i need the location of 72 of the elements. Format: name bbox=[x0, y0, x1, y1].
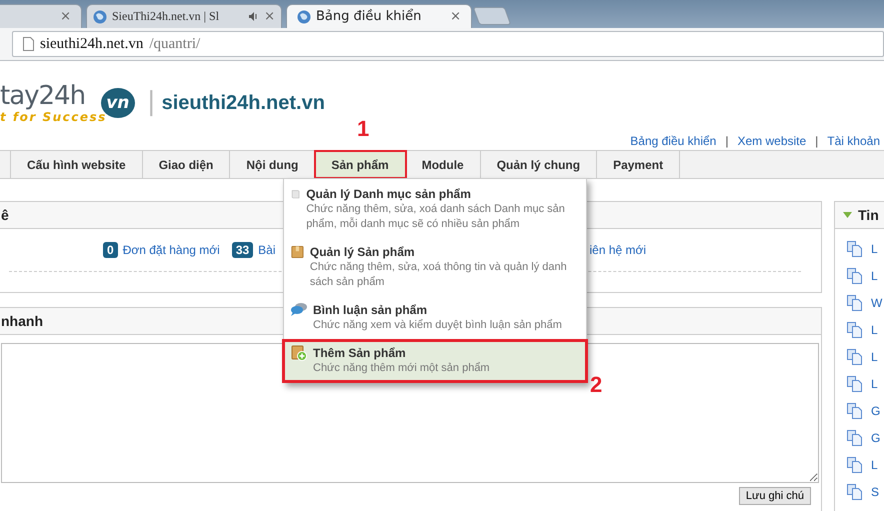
documents-icon bbox=[847, 456, 863, 472]
documents-icon bbox=[847, 322, 863, 338]
close-icon[interactable]: × bbox=[264, 9, 275, 24]
stat-link[interactable]: Bài bbox=[258, 243, 276, 257]
menu-item-title: Thêm Sản phẩm bbox=[313, 345, 407, 361]
news-link[interactable]: L bbox=[871, 458, 878, 472]
stat-link[interactable]: Đơn đặt hàng mới bbox=[122, 243, 220, 257]
menu-item[interactable]: Thêm Sản phẩm Chức năng thêm mới một sản phẩm bbox=[285, 342, 585, 380]
stat-link[interactable]: iên hệ mới bbox=[590, 243, 646, 257]
annotation-number: 1 bbox=[357, 116, 370, 142]
count-badge: 33 bbox=[232, 242, 254, 258]
nav-tab[interactable]: Cấu hình website bbox=[11, 151, 143, 178]
documents-icon bbox=[847, 376, 863, 392]
save-button[interactable]: Lưu ghi chú bbox=[738, 487, 811, 505]
speech-bubbles-icon bbox=[291, 302, 307, 316]
browser-tab[interactable]: × bbox=[0, 4, 82, 28]
menu-item-title: Bình luận sản phẩm bbox=[313, 302, 428, 318]
news-link[interactable]: G bbox=[871, 404, 880, 418]
news-link[interactable]: L bbox=[871, 242, 878, 256]
panel-title: ê bbox=[1, 207, 9, 223]
header-link[interactable]: Tài khoản bbox=[827, 134, 880, 148]
globe-icon bbox=[93, 10, 107, 24]
menu-item[interactable]: Bình luận sản phẩm Chức năng xem và kiểm duyệt bình luận sản phẩm bbox=[285, 299, 585, 337]
globe-icon bbox=[297, 10, 311, 24]
browser-tab[interactable]: Bảng điều khiển × bbox=[286, 4, 472, 28]
triangle-icon bbox=[843, 212, 852, 218]
menu-item[interactable]: Quản lý Sản phẩm Chức năng thêm, sửa, xoá thông tin và quản lý danh sách sản phẩm bbox=[285, 241, 585, 294]
panel-title: nhanh bbox=[1, 313, 43, 329]
documents-icon bbox=[847, 294, 863, 310]
news-link[interactable]: S bbox=[871, 484, 880, 498]
speaker-icon bbox=[249, 12, 260, 21]
link-separator: | bbox=[815, 134, 818, 148]
news-link[interactable]: L bbox=[871, 350, 878, 364]
box-add-icon bbox=[291, 345, 307, 361]
documents-icon bbox=[847, 268, 863, 284]
notes-textarea[interactable] bbox=[1, 343, 819, 483]
close-icon[interactable]: × bbox=[450, 9, 461, 24]
menu-item-title: Quản lý Danh mục sản phẩm bbox=[306, 186, 472, 202]
news-link[interactable]: L bbox=[871, 268, 878, 282]
news-link[interactable]: L bbox=[871, 322, 878, 336]
menu-item-description: Chức năng thêm, sửa, xoá danh sách Danh mục sản phẩm, mỗi danh mục sẽ có nhiều sản phẩm bbox=[306, 202, 566, 232]
news-link[interactable]: W bbox=[871, 296, 882, 310]
new-tab-button[interactable] bbox=[472, 7, 512, 25]
close-icon[interactable]: × bbox=[60, 9, 71, 24]
news-link[interactable]: L bbox=[871, 376, 878, 390]
logo[interactable]: tay24h t for Success vn bbox=[0, 82, 135, 124]
address-bar[interactable]: sieuthi24h.net.vn /quantri/ bbox=[12, 31, 884, 57]
documents-icon bbox=[847, 484, 863, 500]
link-separator: | bbox=[725, 134, 728, 148]
news-link[interactable]: G bbox=[871, 430, 880, 444]
menu-item-title: Quản lý Sản phẩm bbox=[310, 244, 416, 260]
documents-icon bbox=[847, 430, 863, 446]
divider-text: | bbox=[146, 87, 156, 117]
annotation-number: 2 bbox=[590, 372, 602, 398]
box-icon bbox=[291, 244, 304, 260]
count-badge: 0 bbox=[103, 242, 118, 258]
menu-item[interactable]: Quản lý Danh mục sản phẩm Chức năng thêm, sửa, xoá danh sách Danh mục sản phẩm, mỗi danh mục sẽ có nhiều sản phẩm bbox=[285, 183, 585, 236]
header-link[interactable]: Bảng điều khiển bbox=[630, 134, 716, 148]
menu-item-description: Chức năng thêm, sửa, xoá thông tin và quản lý danh sách sản phẩm bbox=[310, 260, 568, 290]
nav-tab[interactable]: Sản phẩm bbox=[315, 151, 406, 178]
browser-tab[interactable]: SieuThi24h.net.vn | Sl × bbox=[86, 4, 282, 28]
page-icon bbox=[23, 37, 34, 51]
documents-icon bbox=[847, 402, 863, 418]
header-link[interactable]: Xem website bbox=[737, 134, 806, 148]
documents-icon bbox=[847, 240, 863, 256]
menu-item-description: Chức năng thêm mới một sản phẩm bbox=[313, 361, 490, 376]
menu-item-description: Chức năng xem và kiểm duyệt bình luận sản phẩm bbox=[313, 318, 562, 333]
nav-tab[interactable]: Giao diện bbox=[142, 151, 230, 178]
nav-tab[interactable]: Payment bbox=[597, 151, 680, 178]
site-name: sieuthi24h.net.vn bbox=[162, 92, 325, 115]
panel-title: Tin bbox=[858, 207, 879, 223]
documents-icon bbox=[847, 348, 863, 364]
